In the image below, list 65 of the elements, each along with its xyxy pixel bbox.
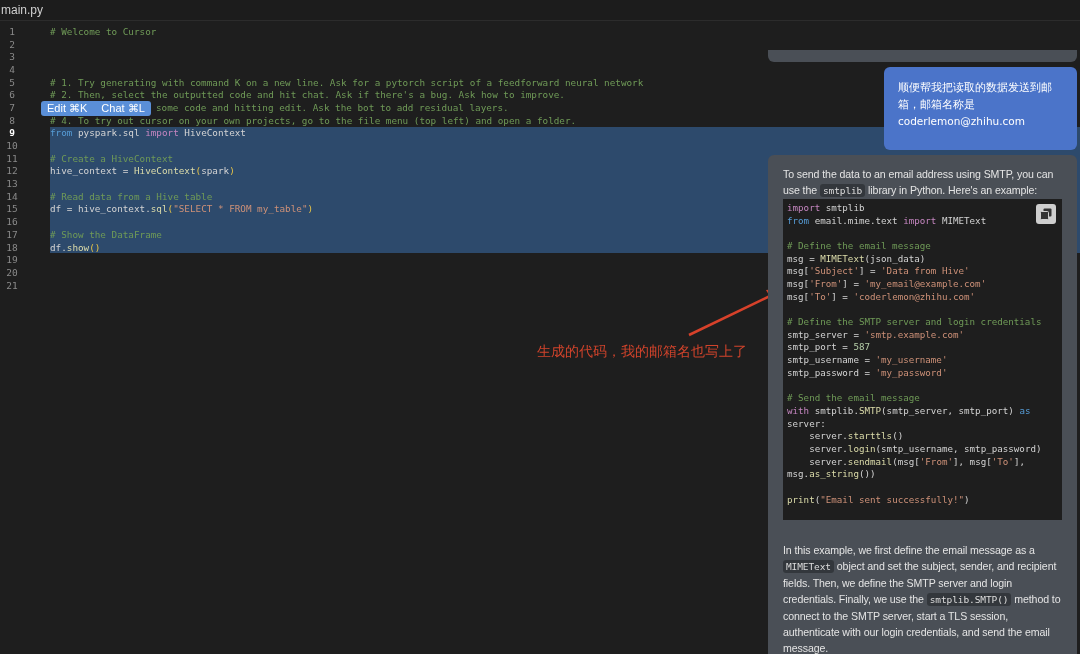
code-text: server.starttls()	[808, 430, 904, 442]
line-number: 10	[5, 140, 19, 152]
code-text: # 2. Then, select the outputted code and hit chat. Ask if there's a bug. Ask how to improve.	[50, 89, 565, 101]
code-text: msg['Subject'] = 'Data from Hive'	[787, 265, 970, 277]
code-text: df = hive_context.sql("SELECT * FROM my_table")	[50, 203, 314, 215]
code-text: msg = MIMEText(json_data)	[787, 252, 926, 264]
file-tab-title[interactable]: main.py	[0, 3, 44, 17]
code-text: msg['From'] = 'my_email@example.com'	[787, 277, 987, 289]
reply-paragraph: To send the data to an email address using SMTP, you can use the smtplib library in Python. Here's an example:	[783, 167, 1055, 199]
line-number: 20	[5, 266, 19, 278]
code-text: # Welcome to Cursor	[50, 25, 157, 37]
inline-code: smtplib	[819, 184, 866, 197]
line-number: 21	[5, 279, 19, 291]
code-text: server:	[787, 417, 826, 429]
code-text: from email.mime.text import MIMEText	[787, 214, 987, 226]
code-text: hive_context = HiveContext(spark)	[50, 165, 235, 177]
code-text: import smtplib	[787, 201, 865, 213]
copy-icon	[1040, 208, 1052, 220]
line-number: 16	[5, 216, 19, 228]
code-text: server.login(smtp_username, smtp_password)	[808, 442, 1042, 454]
code-text: smtp_server = 'smtp.example.com'	[787, 328, 965, 340]
code-text: # 1. Try generating with command K on a new line. Ask for a pytorch script of a feedforward neural network	[50, 76, 644, 88]
line-number: 19	[5, 254, 19, 266]
line-number: 2	[8, 38, 16, 50]
code-text: server.sendmail(msg['From'], msg['To'],	[808, 455, 1025, 467]
code-text: # Define the SMTP server and login credentials	[787, 316, 1042, 328]
code-text: # Create a HiveContext	[50, 152, 174, 164]
code-text: with smtplib.SMTP(smtp_server, smtp_port) as	[787, 404, 1031, 416]
line-number: 12	[5, 165, 19, 177]
code-text: from pyspark.sql import HiveContext	[50, 127, 246, 139]
code-text: # 4. To try out cursor on your own projects, go to the file menu (top left) and open a folder.	[50, 114, 577, 126]
code-text: print("Email sent successfully!")	[787, 493, 970, 505]
annotation-text: 生成的代码，我的邮箱名也写上了	[537, 343, 747, 361]
code-text: msg['To'] = 'coderlemon@zhihu.com'	[787, 290, 976, 302]
line-number: 17	[5, 228, 19, 240]
code-text: smtp_username = 'my_username'	[787, 354, 948, 366]
line-number: 8	[8, 114, 16, 126]
line-number: 15	[5, 203, 19, 215]
code-text: # Define the email message	[787, 239, 931, 251]
copy-button[interactable]	[1036, 204, 1056, 224]
line-number: 6	[8, 89, 16, 101]
line-number: 9	[8, 127, 16, 139]
line-number: 4	[8, 63, 16, 75]
line-number: 5	[8, 76, 16, 88]
code-text: smtp_port = 587	[787, 341, 870, 353]
line-number: 3	[8, 51, 16, 63]
code-text: some code and hitting edit. Ask the bot to add residual layers.	[156, 101, 509, 113]
code-text: # Read data from a Hive table	[50, 190, 213, 202]
line-number: 7	[8, 101, 16, 113]
inline-code: smtplib.SMTP()	[926, 592, 1012, 606]
line-number: 1	[8, 25, 16, 37]
code-text: smtp_password = 'my_password'	[787, 366, 948, 378]
line-number: 14	[5, 190, 19, 202]
line-number: 11	[5, 152, 19, 164]
code-text: msg.as_string())	[787, 468, 876, 480]
code-text: df.show()	[50, 241, 101, 253]
popup-button[interactable]: Edit ⌘K	[47, 102, 88, 115]
code-text: # Show the DataFrame	[50, 228, 162, 240]
popup-button[interactable]: Chat ⌘L	[101, 102, 145, 115]
reply-paragraph: In this example, we first define the email message as a MIMEText object and set the subject, sender, and recipient fields. Then, we define the SMTP server and login credentials. Finally, we use the smtplib.SMTP() method to connect to the SMTP server, start a TLS session, authenticate with our login credentials, and send the email message.	[783, 542, 1062, 654]
inline-code: MIMEText	[783, 559, 834, 573]
line-number: 18	[5, 241, 19, 253]
line-number: 13	[5, 178, 19, 190]
user-message: 顺便帮我把读取的数据发送到邮箱，邮箱名称是coderlemon@zhihu.com	[884, 67, 1077, 150]
code-text: # Send the email message	[787, 392, 920, 404]
